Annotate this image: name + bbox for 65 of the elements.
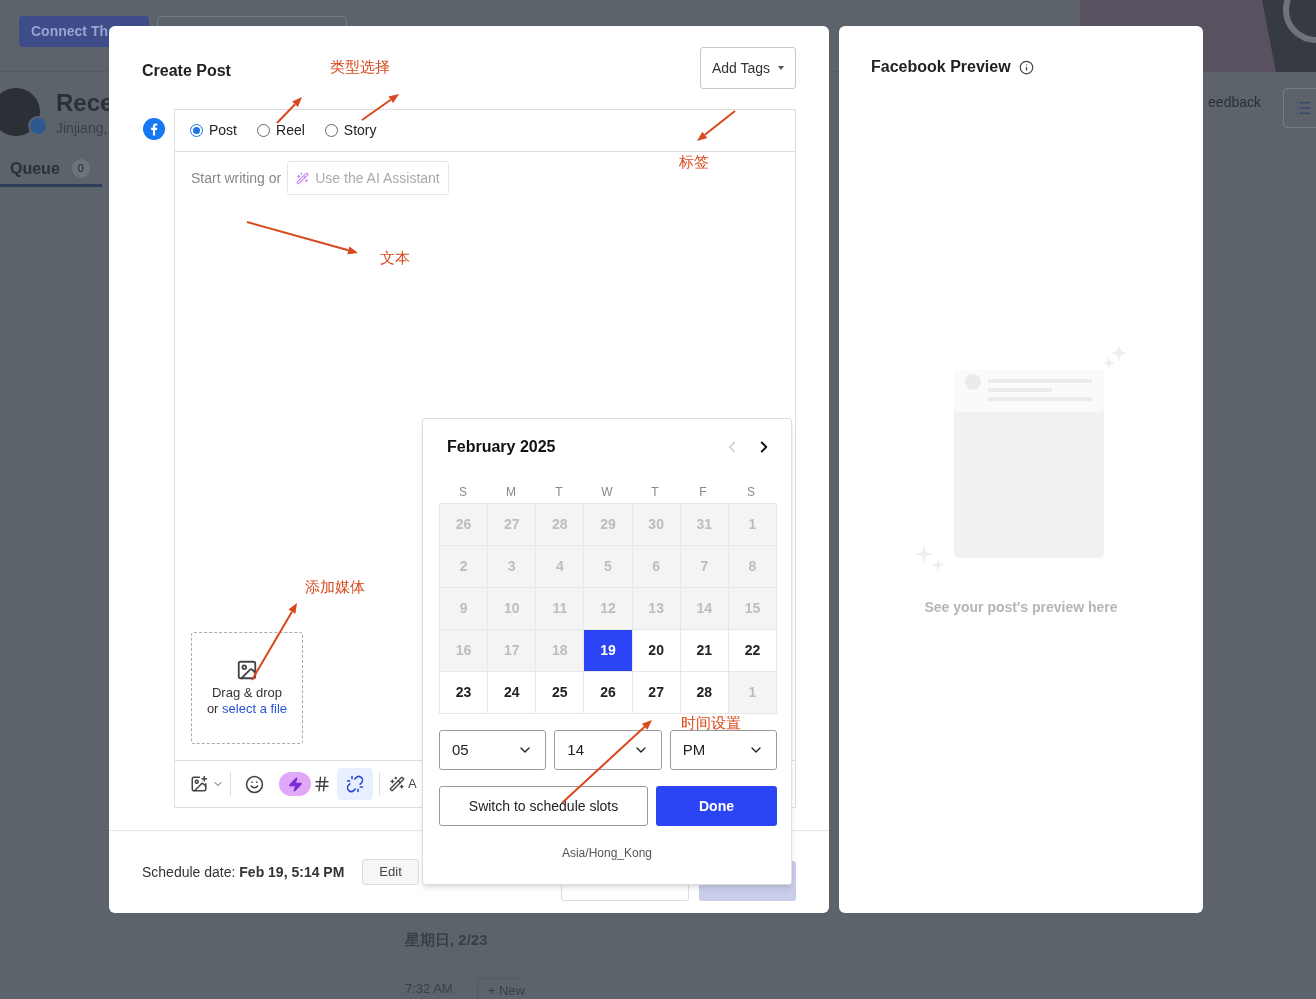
calendar-day[interactable]: 24 bbox=[488, 672, 537, 714]
calendar-day[interactable]: 22 bbox=[728, 630, 777, 672]
calendar-month: February 2025 bbox=[447, 437, 556, 457]
preview-title: Facebook Preview bbox=[871, 57, 1011, 77]
info-icon bbox=[1018, 59, 1034, 75]
calendar-day[interactable]: 28 bbox=[680, 672, 729, 714]
ai-assistant-button[interactable]: Use the AI Assistant bbox=[287, 161, 449, 195]
annotation-label: 文本 bbox=[380, 248, 410, 268]
media-dropzone[interactable]: Drag & drop or select a file bbox=[191, 632, 303, 744]
post-type-radio[interactable]: Post bbox=[190, 120, 237, 141]
calendar-day[interactable]: 23 bbox=[440, 672, 489, 714]
calendar-day[interactable]: 19 bbox=[584, 630, 633, 672]
annotation-arrow bbox=[361, 94, 399, 121]
wand-icon bbox=[296, 171, 310, 185]
weekday-label: S bbox=[746, 484, 756, 501]
dialog-title: Create Post bbox=[142, 61, 231, 81]
annotation-label: 类型选择 bbox=[330, 57, 390, 77]
annotation-label: 时间设置 bbox=[681, 713, 741, 733]
schedule-date: Schedule date: Feb 19, 5:14 PM bbox=[142, 862, 345, 882]
weekday-label: T bbox=[554, 484, 564, 501]
image-icon bbox=[236, 659, 258, 681]
lightning-icon bbox=[287, 776, 303, 792]
annotation-arrow bbox=[276, 97, 302, 124]
hour-select[interactable]: 05 bbox=[439, 730, 547, 770]
avatar bbox=[0, 88, 40, 136]
annotation-label: 标签 bbox=[679, 152, 709, 172]
timezone-label: Asia/Hong_Kong bbox=[561, 845, 653, 862]
done-button[interactable]: Done bbox=[656, 786, 777, 826]
ai-toolbar-label: A bbox=[408, 775, 417, 794]
add-tags-button[interactable]: Add Tags bbox=[700, 47, 796, 89]
facebook-badge-icon bbox=[28, 116, 48, 136]
weekday-label: T bbox=[650, 484, 660, 501]
switch-slots-button[interactable]: Switch to schedule slots bbox=[439, 786, 648, 826]
select-file-link[interactable]: select a file bbox=[222, 701, 288, 716]
unlink-icon bbox=[346, 775, 364, 793]
image-add-icon[interactable] bbox=[190, 775, 208, 793]
wand-icon[interactable] bbox=[389, 776, 405, 792]
weekday-label: F bbox=[698, 484, 708, 501]
emoji-icon[interactable] bbox=[245, 774, 264, 794]
facebook-icon bbox=[143, 118, 165, 140]
calendar-day[interactable]: 25 bbox=[536, 672, 585, 714]
count-badge: 0 bbox=[71, 159, 90, 178]
link-button[interactable] bbox=[337, 768, 373, 800]
editor-prompt: Start writing or bbox=[191, 168, 282, 188]
weekday-label: M bbox=[505, 484, 517, 501]
period-select[interactable]: PM bbox=[669, 730, 777, 770]
dropzone-text: Drag & drop bbox=[211, 685, 283, 701]
weekday-label: W bbox=[600, 484, 614, 501]
calendar-day[interactable]: 21 bbox=[680, 630, 729, 672]
calendar-day[interactable]: 20 bbox=[632, 630, 681, 672]
dropzone-hint: or select a file bbox=[206, 701, 288, 717]
calendar-day[interactable]: 26 bbox=[584, 672, 633, 714]
post-type-radio[interactable]: Reel bbox=[257, 120, 305, 141]
caret-icon bbox=[778, 66, 785, 70]
preview-empty-text: See your post's preview here bbox=[924, 598, 1118, 617]
post-type-radio[interactable]: Story bbox=[324, 120, 377, 141]
list-icon bbox=[1294, 99, 1312, 117]
hashtag-icon[interactable] bbox=[313, 775, 331, 793]
weekday-label: S bbox=[458, 484, 468, 501]
annotation-arrow bbox=[697, 110, 736, 141]
calendar-day[interactable]: 27 bbox=[632, 672, 681, 714]
edit-button[interactable]: Edit bbox=[362, 859, 419, 885]
minute-select[interactable]: 14 bbox=[554, 730, 662, 770]
lightning-button[interactable] bbox=[279, 772, 311, 796]
annotation-label: 添加媒体 bbox=[305, 577, 365, 597]
